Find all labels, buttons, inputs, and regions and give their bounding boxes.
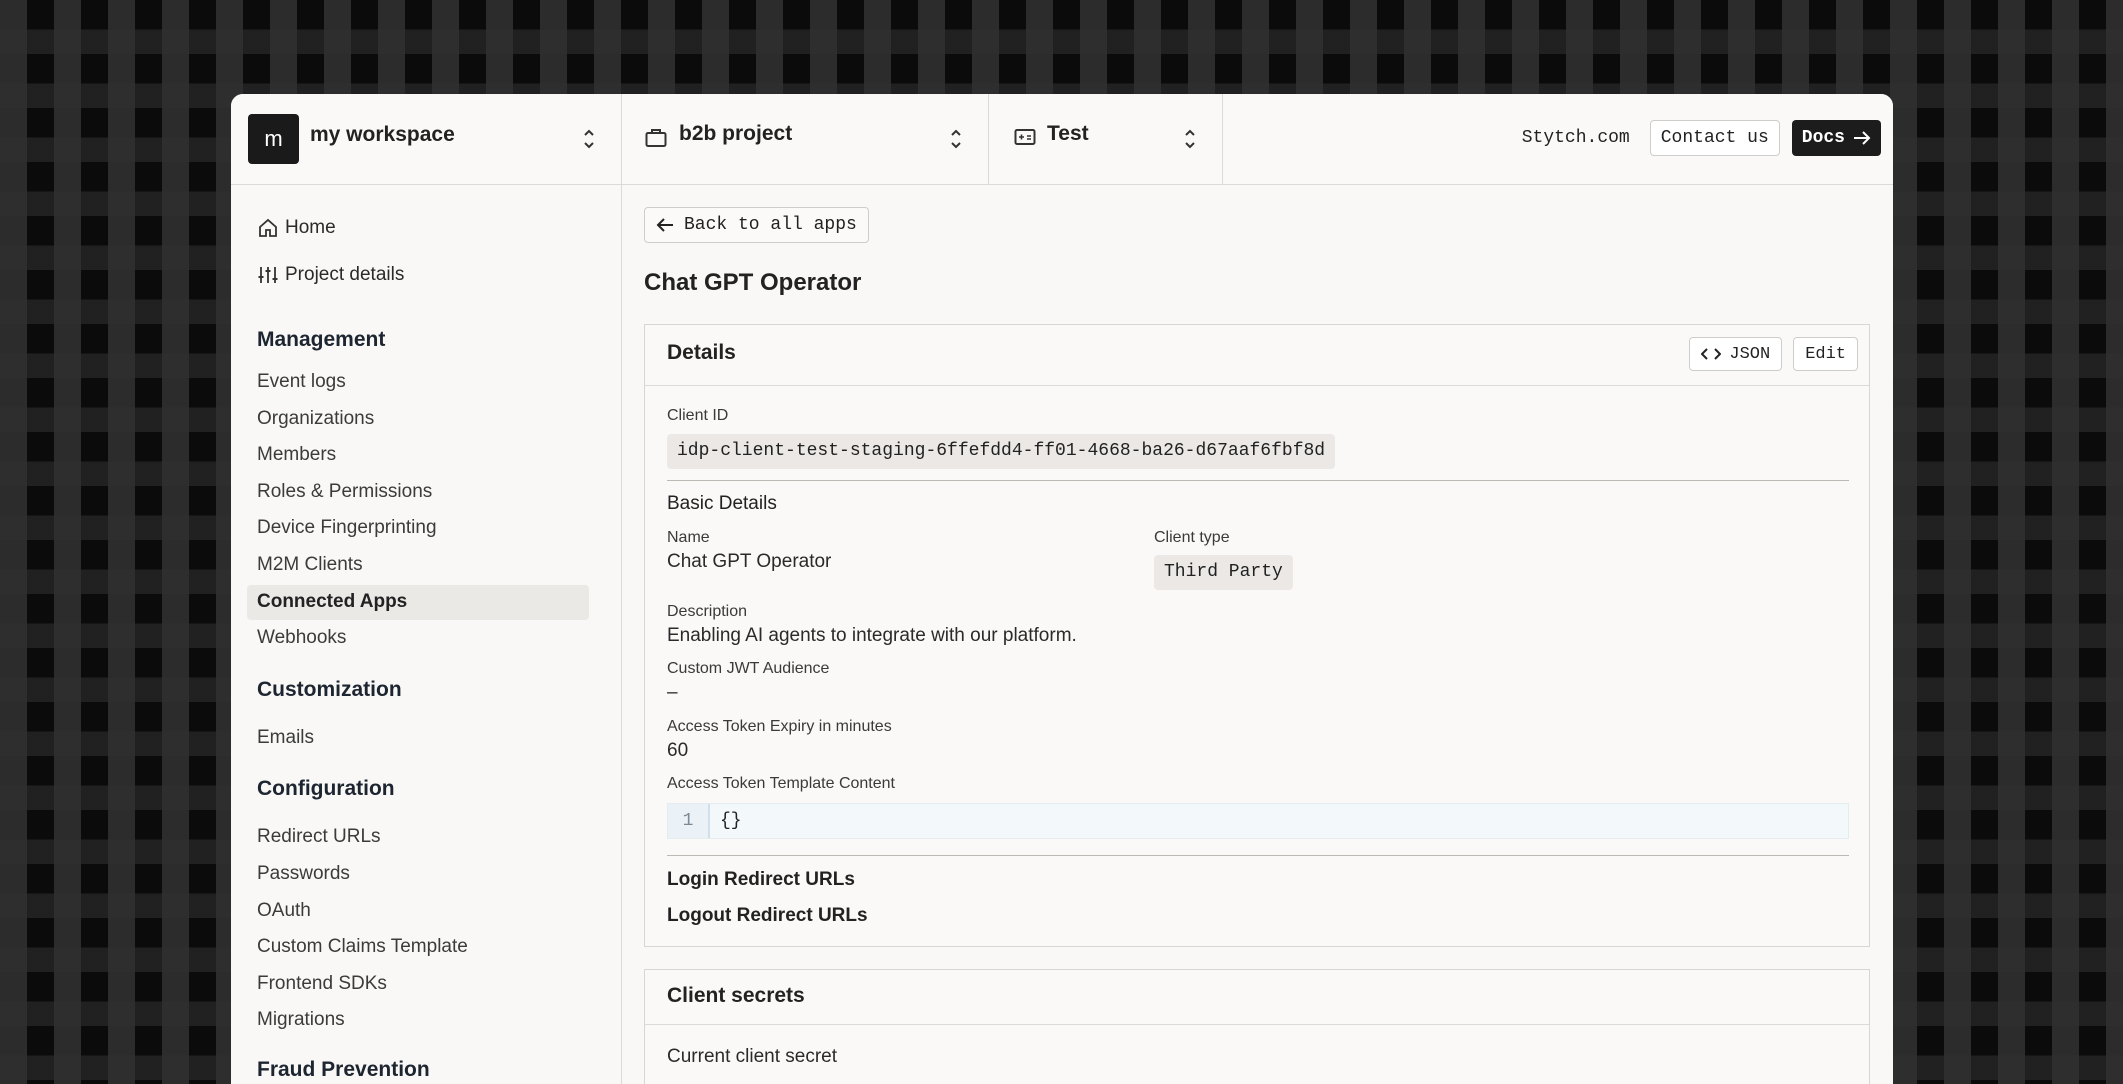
project-name: b2b project bbox=[679, 122, 793, 145]
docs-label: Docs bbox=[1801, 128, 1845, 148]
details-title: Details bbox=[667, 341, 736, 364]
sidebar-item-event-logs[interactable]: Event logs bbox=[257, 371, 346, 393]
client-type-value: Third Party bbox=[1154, 555, 1293, 590]
client-secrets-header: Client secrets bbox=[645, 970, 1869, 1025]
docs-button[interactable]: Docs bbox=[1791, 120, 1881, 156]
details-card-header: Details JSON Edit bbox=[645, 325, 1869, 386]
description-value: Enabling AI agents to integrate with our… bbox=[667, 625, 1077, 646]
jwt-audience-value: – bbox=[667, 682, 678, 703]
page-title: Chat GPT Operator bbox=[644, 269, 862, 296]
main-content: Back to all apps Chat GPT Operator Detai… bbox=[622, 185, 1893, 1084]
line-number: 1 bbox=[668, 804, 710, 838]
divider bbox=[667, 480, 1849, 481]
sidebar-item-passwords[interactable]: Passwords bbox=[257, 863, 350, 885]
name-label: Name bbox=[667, 529, 710, 546]
jwt-audience-label: Custom JWT Audience bbox=[667, 660, 830, 677]
environment-icon bbox=[1014, 129, 1036, 145]
section-title-management: Management bbox=[257, 328, 386, 351]
sidebar-item-roles-permissions[interactable]: Roles & Permissions bbox=[257, 481, 432, 503]
sidebar-item-frontend-sdks[interactable]: Frontend SDKs bbox=[257, 973, 387, 995]
project-switcher[interactable]: b2b project bbox=[622, 94, 989, 184]
chevron-updown-icon bbox=[1185, 129, 1195, 149]
sidebar-item-redirect-urls[interactable]: Redirect URLs bbox=[257, 826, 381, 848]
template-code: {} bbox=[720, 811, 742, 831]
client-secrets-title: Client secrets bbox=[667, 984, 805, 1007]
briefcase-icon bbox=[645, 129, 667, 147]
client-type-label: Client type bbox=[1154, 529, 1230, 546]
sidebar-item-organizations[interactable]: Organizations bbox=[257, 408, 374, 430]
sidebar-item-label: Home bbox=[285, 217, 336, 238]
stytch-link[interactable]: Stytch.com bbox=[1522, 128, 1630, 148]
sidebar-item-webhooks[interactable]: Webhooks bbox=[257, 627, 346, 649]
sidebar-item-m2m-clients[interactable]: M2M Clients bbox=[257, 554, 363, 576]
top-bar: m my workspace b2b project Test Stytch.c… bbox=[231, 94, 1893, 185]
sidebar-item-emails[interactable]: Emails bbox=[257, 727, 314, 749]
current-client-secret-label: Current client secret bbox=[667, 1046, 838, 1067]
back-to-all-apps-button[interactable]: Back to all apps bbox=[644, 207, 869, 243]
login-redirect-urls: Login Redirect URLs bbox=[667, 869, 855, 890]
edit-button[interactable]: Edit bbox=[1793, 337, 1858, 371]
description-label: Description bbox=[667, 603, 748, 620]
sidebar-item-oauth[interactable]: OAuth bbox=[257, 900, 311, 922]
section-title-configuration: Configuration bbox=[257, 777, 395, 800]
token-template-label: Access Token Template Content bbox=[667, 775, 895, 792]
sidebar-item-custom-claims-template[interactable]: Custom Claims Template bbox=[257, 936, 468, 958]
token-template-editor[interactable]: 1 {} bbox=[667, 803, 1849, 839]
section-title-customization: Customization bbox=[257, 678, 402, 701]
sidebar-item-label: Project details bbox=[285, 264, 405, 285]
details-card: Details JSON Edit Client ID idp-client-t… bbox=[644, 324, 1870, 947]
json-button[interactable]: JSON bbox=[1689, 337, 1783, 371]
sidebar-item-device-fingerprinting[interactable]: Device Fingerprinting bbox=[257, 517, 437, 539]
code-brackets-icon bbox=[1701, 348, 1722, 360]
sidebar-item-migrations[interactable]: Migrations bbox=[257, 1009, 345, 1031]
basic-details-heading: Basic Details bbox=[667, 493, 777, 514]
back-label: Back to all apps bbox=[684, 215, 857, 235]
environment-switcher[interactable]: Test bbox=[989, 94, 1223, 184]
sliders-icon bbox=[258, 267, 278, 283]
app-window: m my workspace b2b project Test Stytch.c… bbox=[231, 94, 1893, 1084]
home-icon bbox=[259, 218, 277, 237]
divider bbox=[667, 855, 1849, 856]
client-secrets-card: Client secrets Current client secret bbox=[644, 969, 1870, 1084]
json-label: JSON bbox=[1729, 344, 1771, 364]
logout-redirect-urls: Logout Redirect URLs bbox=[667, 905, 868, 926]
environment-name: Test bbox=[1047, 122, 1089, 145]
workspace-avatar: m bbox=[248, 114, 299, 164]
sidebar-item-home[interactable]: Home bbox=[257, 217, 336, 239]
workspace-switcher[interactable]: m my workspace bbox=[231, 94, 622, 184]
name-value: Chat GPT Operator bbox=[667, 551, 832, 572]
header-links: Stytch.com Contact us Docs bbox=[1522, 119, 1881, 157]
token-expiry-label: Access Token Expiry in minutes bbox=[667, 718, 892, 735]
token-expiry-value: 60 bbox=[667, 740, 689, 761]
chevron-updown-icon bbox=[951, 129, 961, 149]
sidebar: Home Project details Management Event lo… bbox=[231, 185, 622, 1084]
section-title-fraud-prevention: Fraud Prevention bbox=[257, 1058, 430, 1081]
client-id-value: idp-client-test-staging-6ffefdd4-ff01-46… bbox=[667, 434, 1336, 469]
client-id-label: Client ID bbox=[667, 407, 729, 424]
arrow-right-icon bbox=[1854, 131, 1871, 145]
contact-us-button[interactable]: Contact us bbox=[1649, 120, 1780, 156]
arrow-left-icon bbox=[656, 218, 673, 232]
workspace-name: my workspace bbox=[310, 123, 455, 146]
sidebar-item-connected-apps[interactable]: Connected Apps bbox=[257, 591, 407, 613]
sidebar-item-project-details[interactable]: Project details bbox=[257, 264, 404, 286]
chevron-updown-icon bbox=[584, 129, 594, 149]
sidebar-item-members[interactable]: Members bbox=[257, 444, 336, 466]
